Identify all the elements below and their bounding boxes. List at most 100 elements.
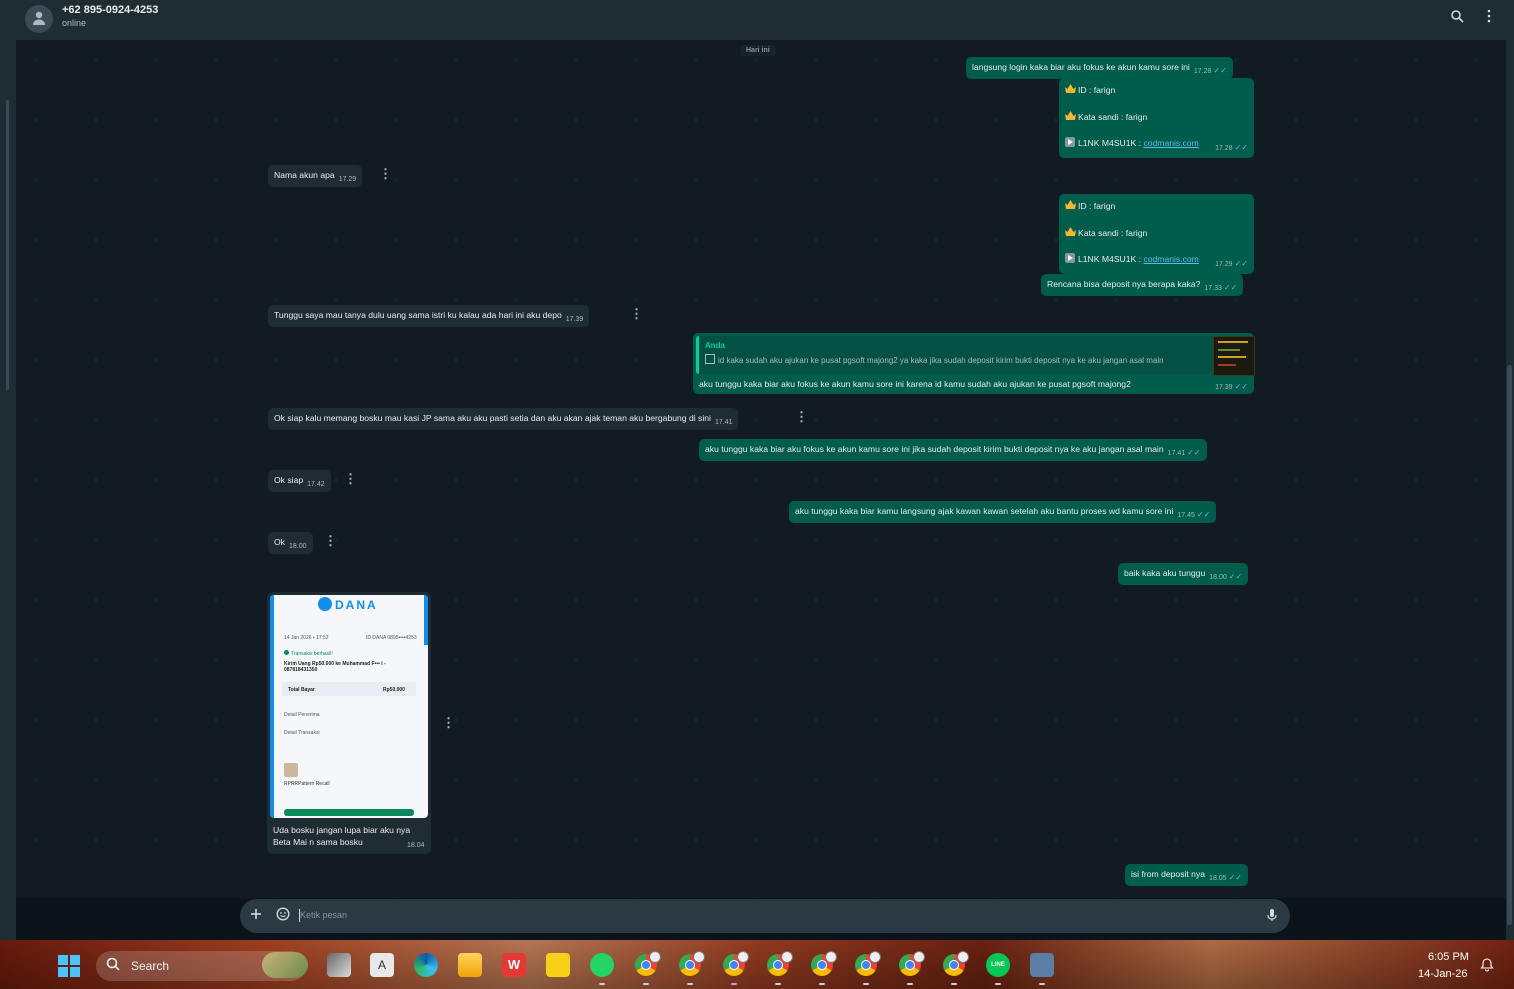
running-indicator	[775, 983, 781, 985]
chrome-icon[interactable]	[723, 951, 749, 976]
message-text: Ok siap kalu memang bosku mau kasi JP sa…	[274, 413, 711, 423]
double-check-icon: ✓✓	[1196, 510, 1211, 519]
message-time: 18.00	[288, 543, 307, 550]
message-text: baik kaka aku tunggu	[1124, 568, 1206, 578]
left-scroll-thumb[interactable]	[6, 100, 9, 390]
message-input[interactable]: Ketik pesan	[300, 910, 347, 920]
message-time: 17.42	[307, 481, 325, 488]
contact-name[interactable]: +62 895-0924-4253	[62, 4, 158, 16]
message-in[interactable]: Tunggu saya mau tanya dulu uang sama ist…	[268, 305, 590, 327]
message-options-icon[interactable]: ⋮	[442, 715, 455, 731]
notification-icon[interactable]	[1480, 958, 1494, 977]
check-circle-icon	[284, 650, 289, 655]
plus-icon[interactable]	[250, 907, 262, 924]
message-link[interactable]: codmanis.com	[1143, 254, 1198, 264]
chrome-icon[interactable]	[943, 951, 969, 976]
message-text: aku tunggu kaka biar kamu langsung ajak …	[795, 506, 1174, 516]
sticky-notes-icon[interactable]	[546, 953, 570, 977]
receipt-line2: 087818431350	[284, 667, 318, 673]
quoted-image-thumbnail[interactable]	[1213, 336, 1255, 376]
search-highlight-image[interactable]	[262, 952, 308, 978]
taskbar-time[interactable]: 6:05 PM	[1428, 951, 1469, 963]
message-in[interactable]: Ok 18.00	[268, 532, 313, 554]
double-check-icon: ✓✓	[1228, 572, 1243, 581]
message-options-icon[interactable]: ⋮	[379, 166, 392, 182]
quoted-message[interactable]: Anda id kaka sudah aku ajukan ke pusat p…	[696, 336, 1215, 374]
chrome-icon[interactable]	[635, 951, 661, 976]
message-out[interactable]: langsung login kaka biar aku fokus ke ak…	[966, 57, 1233, 79]
message-time: 17.29	[338, 176, 357, 183]
message-in[interactable]: Ok siap 17.42	[268, 470, 331, 492]
avatar-icon	[33, 11, 45, 25]
sticker-icon[interactable]	[276, 907, 290, 925]
receipt-accent	[424, 595, 428, 645]
message-time: 17.28	[1215, 145, 1233, 152]
chrome-profile-icon	[649, 951, 661, 963]
avatar[interactable]	[25, 5, 53, 33]
day-badge: Hari ini	[740, 45, 776, 56]
chat-header: +62 895-0924-4253 online	[0, 0, 1514, 41]
file-explorer-icon[interactable]	[458, 953, 482, 977]
task-view-icon[interactable]	[327, 953, 351, 977]
credential-id: ID : farign	[1078, 201, 1116, 211]
message-options-icon[interactable]: ⋮	[795, 409, 808, 425]
whatsapp-icon[interactable]	[590, 953, 614, 977]
credential-password: Kata sandi : farign	[1078, 112, 1148, 122]
message-out[interactable]: Rencana bisa deposit nya berapa kaka? 17.…	[1041, 274, 1244, 296]
message-out[interactable]: ID : farign Kata sandi : farign L1NK M4S…	[1059, 78, 1254, 158]
double-check-icon: ✓✓	[1228, 873, 1242, 882]
credential-link-label: L1NK M4SU1K :	[1078, 254, 1144, 264]
message-link[interactable]: codmanis.com	[1143, 138, 1198, 148]
message-options-icon[interactable]: ⋮	[630, 306, 643, 322]
credential-password: Kata sandi : farign	[1078, 228, 1148, 238]
credential-link-label: L1NK M4SU1K :	[1078, 138, 1144, 148]
message-options-icon[interactable]: ⋮	[324, 533, 337, 549]
edge-icon[interactable]	[414, 953, 438, 977]
message-time: 17.45	[1177, 512, 1195, 519]
line-app-icon[interactable]: LINE	[986, 953, 1010, 977]
image-message[interactable]: DANA 14 Jan 2026 • 17:52 ID DANA 0895•••…	[267, 592, 431, 854]
message-in[interactable]: Ok siap kalu memang bosku mau kasi JP sa…	[268, 408, 739, 430]
receipt-button	[284, 809, 414, 816]
running-indicator	[995, 983, 1001, 985]
receipt-image[interactable]: DANA 14 Jan 2026 • 17:52 ID DANA 0895•••…	[270, 595, 428, 818]
message-out[interactable]: isi from deposit nya 18.05 ✓✓	[1125, 864, 1248, 886]
scrollbar-thumb[interactable]	[1507, 365, 1512, 925]
chrome-icon[interactable]	[767, 951, 793, 976]
taskbar-date[interactable]: 14-Jan-26	[1418, 968, 1468, 980]
message-out[interactable]: baik kaka aku tunggu 18.00 ✓✓	[1118, 563, 1249, 585]
message-out[interactable]: aku tunggu kaka biar aku fokus ke akun k…	[699, 439, 1207, 461]
chrome-icon[interactable]	[811, 951, 837, 976]
quoted-text: id kaka sudah aku ajukan ke pusat pgsoft…	[705, 354, 1164, 365]
tray-app-icon[interactable]	[1030, 953, 1054, 977]
message-in[interactable]: Nama akun apa 17.29	[268, 165, 363, 187]
image-caption: Uda bosku jangan lupa biar aku nya Beta …	[273, 824, 410, 848]
font-app-icon[interactable]: A	[370, 953, 394, 977]
running-indicator	[907, 983, 913, 985]
message-text: Ok	[274, 537, 285, 547]
receipt-date: 14 Jan 2026 • 17:52	[284, 635, 329, 641]
message-text: Tunggu saya mau tanya dulu uang sama ist…	[274, 310, 562, 320]
microphone-icon[interactable]	[1267, 908, 1277, 926]
message-out[interactable]: ID : farign Kata sandi : farign L1NK M4S…	[1059, 194, 1254, 274]
chrome-icon[interactable]	[855, 951, 881, 976]
windows-start-icon[interactable]	[58, 955, 80, 982]
chrome-icon[interactable]	[679, 951, 705, 976]
wps-office-icon[interactable]: W	[502, 953, 526, 977]
receipt-detail-transaction: Detail Transaksi	[284, 730, 320, 736]
menu-icon[interactable]	[1487, 9, 1491, 26]
caption-line: Beta Mai n sama bosku	[273, 837, 363, 847]
caption-line: Uda bosku jangan lupa biar aku nya	[273, 825, 411, 835]
promo-image	[284, 763, 298, 777]
search-icon[interactable]	[1451, 10, 1464, 26]
chrome-profile-icon	[957, 951, 969, 963]
crown-icon	[1065, 111, 1076, 121]
chat-scrollbar[interactable]	[1506, 40, 1514, 940]
message-options-icon[interactable]: ⋮	[344, 471, 357, 487]
play-icon	[1065, 137, 1075, 147]
receipt-detail-recipient: Detail Penerima	[284, 712, 320, 718]
chrome-icon[interactable]	[899, 951, 925, 976]
message-out[interactable]: aku tunggu kaka biar kamu langsung ajak …	[789, 501, 1217, 523]
running-indicator	[1039, 983, 1045, 985]
message-time: 18.04	[407, 842, 425, 849]
